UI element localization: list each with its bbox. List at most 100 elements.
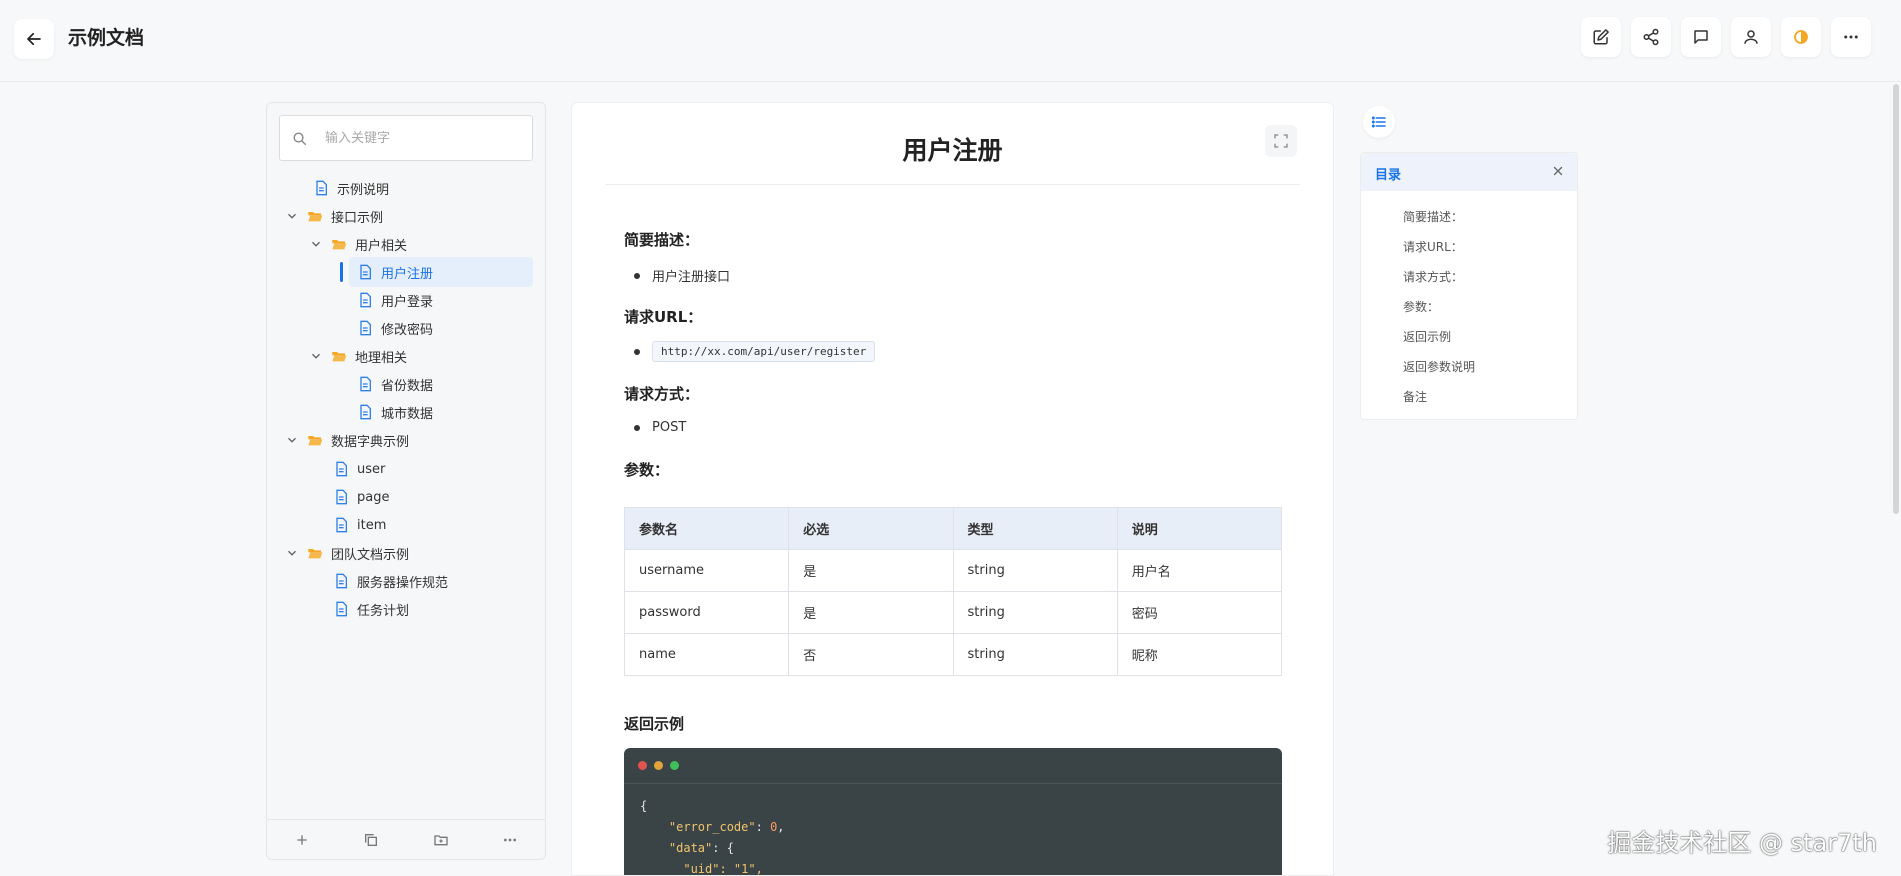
tree-item-label: user bbox=[357, 461, 386, 477]
table-cell: string bbox=[952, 549, 1118, 592]
tree-item-item[interactable]: item bbox=[333, 510, 386, 540]
table-header-row: 参数名 必选 类型 说明 bbox=[623, 507, 1283, 550]
desc-bullet: 用户注册接口 bbox=[634, 266, 730, 285]
user-icon bbox=[1744, 30, 1758, 44]
active-indicator bbox=[340, 262, 343, 282]
search-icon bbox=[293, 132, 307, 145]
code-line: "error_code": 0, bbox=[668, 820, 785, 834]
toc-item[interactable]: 请求URL： bbox=[1403, 238, 1463, 255]
toc-item[interactable]: 请求方式： bbox=[1403, 268, 1463, 285]
code-line: "data": { bbox=[640, 838, 1266, 859]
toc-header: 目录 bbox=[1361, 153, 1577, 191]
code-punct: : { bbox=[712, 841, 734, 855]
theme-button[interactable] bbox=[1781, 17, 1821, 57]
user-button[interactable] bbox=[1731, 17, 1771, 57]
method-bullet: POST bbox=[634, 420, 686, 435]
list-icon bbox=[1371, 116, 1386, 128]
arrow-left-icon bbox=[27, 32, 41, 46]
tree-item-label: 用户相关 bbox=[355, 238, 408, 254]
edit-icon bbox=[1593, 29, 1609, 45]
table-cell: 用户名 bbox=[1116, 549, 1283, 592]
more-button[interactable] bbox=[1831, 17, 1871, 57]
toc-item[interactable]: 返回参数说明 bbox=[1403, 358, 1475, 375]
watermark: 掘金技术社区 @ star7th bbox=[1607, 829, 1877, 857]
table-row: name 否 string 昵称 bbox=[623, 633, 1283, 676]
code-block: { "error_code": 0, "data": { "uid": "1", bbox=[624, 748, 1282, 876]
doc-icon bbox=[336, 517, 347, 533]
table-header-cell: 必选 bbox=[788, 507, 954, 550]
doc-icon bbox=[336, 601, 347, 617]
more-icon bbox=[1844, 35, 1858, 39]
fullscreen-button[interactable] bbox=[1265, 125, 1297, 157]
doc-icon bbox=[360, 320, 371, 336]
tree-item-label: 任务计划 bbox=[357, 603, 410, 619]
back-button[interactable] bbox=[14, 19, 54, 59]
tree-item-user-login[interactable]: 用户登录 bbox=[357, 285, 433, 315]
tree-item-api-examples[interactable]: 接口示例 bbox=[285, 201, 383, 231]
chevron-down-icon bbox=[312, 241, 320, 247]
folder-open-icon bbox=[308, 549, 323, 559]
toc-item[interactable]: 参数： bbox=[1403, 298, 1439, 315]
code-content: { "error_code": 0, "data": { "uid": "1", bbox=[624, 784, 1282, 876]
tree-item-data-dictionary[interactable]: 数据字典示例 bbox=[285, 425, 409, 455]
doc-icon bbox=[360, 376, 371, 392]
window-dot-green bbox=[670, 761, 679, 770]
table-cell: 否 bbox=[788, 633, 954, 676]
more-icon[interactable] bbox=[502, 832, 518, 848]
table-row: username 是 string 用户名 bbox=[623, 549, 1283, 592]
section-heading-desc: 简要描述： bbox=[624, 231, 700, 249]
code-block-header bbox=[624, 748, 1282, 784]
table-cell: password bbox=[623, 591, 790, 634]
doc-title: 用户注册 bbox=[902, 136, 1003, 165]
tree-item-label: 修改密码 bbox=[381, 322, 434, 338]
tree-item-label: 数据字典示例 bbox=[331, 434, 410, 450]
tree-item-province-data[interactable]: 省份数据 bbox=[357, 369, 433, 399]
tree-item-example-intro[interactable]: 示例说明 bbox=[313, 173, 389, 203]
toc-item[interactable]: 简要描述： bbox=[1403, 208, 1463, 225]
tree-item-task-plan[interactable]: 任务计划 bbox=[333, 594, 409, 624]
tree-item-user-related[interactable]: 用户相关 bbox=[309, 229, 407, 259]
code-line: { bbox=[640, 799, 648, 813]
chevron-down-icon bbox=[288, 550, 296, 556]
doc-icon bbox=[360, 292, 371, 308]
tree-item-server-ops[interactable]: 服务器操作规范 bbox=[333, 566, 448, 596]
tree-item-label: 团队文档示例 bbox=[331, 547, 410, 563]
toc-item[interactable]: 返回示例 bbox=[1403, 328, 1451, 345]
table-cell: name bbox=[623, 633, 790, 676]
table-cell: 密码 bbox=[1116, 591, 1283, 634]
sidebar-footer bbox=[267, 819, 545, 859]
tree-item-change-password[interactable]: 修改密码 bbox=[357, 313, 433, 343]
app-header: 示例文档 bbox=[0, 0, 1901, 82]
edit-button[interactable] bbox=[1581, 17, 1621, 57]
tree-item-user[interactable]: user bbox=[333, 454, 385, 484]
comment-button[interactable] bbox=[1681, 17, 1721, 57]
comment-icon bbox=[1694, 30, 1708, 44]
tree-item-user-register[interactable]: 用户注册 bbox=[349, 257, 533, 287]
doc-content: 用户注册 简要描述： 用户注册接口 请求URL： http://xx.com/a… bbox=[571, 102, 1334, 876]
copy-icon[interactable] bbox=[363, 832, 379, 848]
code-key: "error_code" bbox=[668, 820, 756, 834]
toc-toggle-button[interactable] bbox=[1363, 106, 1395, 138]
tree-item-city-data[interactable]: 城市数据 bbox=[357, 397, 433, 427]
close-icon[interactable] bbox=[1551, 164, 1565, 178]
doc-sidebar: 示例说明 接口示例 用户相关 用户注册 用户登录 修改密码 bbox=[266, 102, 546, 860]
tree-item-geo-related[interactable]: 地理相关 bbox=[309, 341, 407, 371]
share-button[interactable] bbox=[1631, 17, 1671, 57]
chevron-down-icon bbox=[288, 437, 296, 443]
plus-icon[interactable] bbox=[294, 832, 310, 848]
table-cell: username bbox=[623, 549, 790, 592]
search-box[interactable] bbox=[279, 115, 533, 161]
table-header-cell: 说明 bbox=[1116, 507, 1283, 550]
table-cell: string bbox=[952, 591, 1118, 634]
doc-icon bbox=[316, 180, 327, 196]
folder-add-icon[interactable] bbox=[433, 832, 449, 848]
page-scrollbar[interactable] bbox=[1893, 84, 1899, 514]
tree-item-label: 服务器操作规范 bbox=[357, 575, 449, 591]
search-input[interactable] bbox=[325, 130, 515, 146]
table-cell: 昵称 bbox=[1116, 633, 1283, 676]
tree-item-team-docs[interactable]: 团队文档示例 bbox=[285, 538, 409, 568]
tree-item-page[interactable]: page bbox=[333, 482, 389, 512]
code-key: "uid": "1", bbox=[683, 862, 763, 876]
toc-panel: 目录 简要描述： 请求URL： 请求方式： 参数： 返回示例 返回参数说明 备注 bbox=[1360, 152, 1578, 420]
toc-item[interactable]: 备注 bbox=[1403, 388, 1427, 405]
